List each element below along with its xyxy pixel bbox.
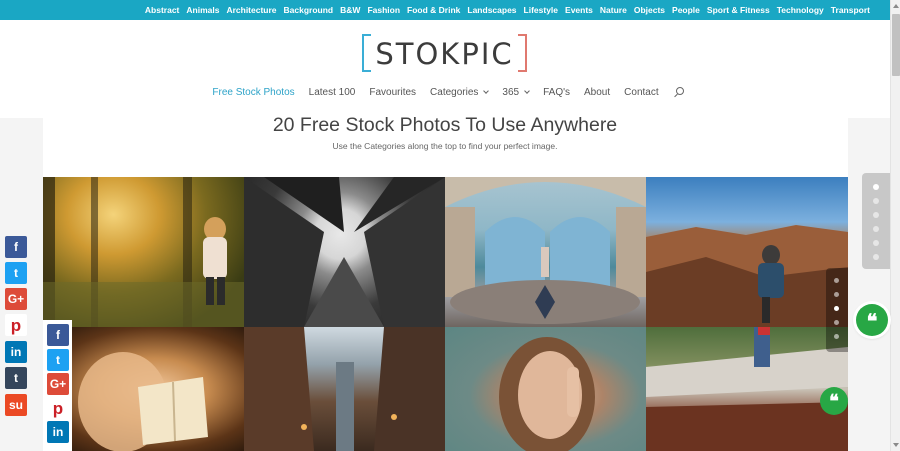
twitter-share-button-inner[interactable]: t — [47, 349, 69, 371]
category-link-landscapes[interactable]: Landscapes — [467, 5, 516, 15]
linkedin-share-button-inner[interactable]: in — [47, 421, 69, 443]
photo-forest-swing-art — [43, 177, 244, 327]
category-link-people[interactable]: People — [672, 5, 700, 15]
category-link-lifestyle[interactable]: Lifestyle — [524, 5, 559, 15]
facebook-icon: f — [56, 328, 60, 342]
photo-hall-art — [445, 177, 646, 324]
category-link-objects[interactable]: Objects — [634, 5, 665, 15]
stumbleupon-icon: su — [8, 398, 23, 412]
chevron-down-icon — [524, 88, 530, 94]
nav-free-stock-photos[interactable]: Free Stock Photos — [212, 87, 294, 98]
photo-canyon-art — [646, 225, 848, 327]
search-icon[interactable] — [673, 87, 685, 98]
category-link-abstract[interactable]: Abstract — [145, 5, 179, 15]
category-link-technology[interactable]: Technology — [777, 5, 824, 15]
scroll-up-arrow[interactable] — [893, 4, 899, 8]
nav-about[interactable]: About — [584, 87, 610, 98]
category-link-fashion[interactable]: Fashion — [367, 5, 400, 15]
section-dot-3[interactable] — [873, 212, 879, 218]
photo-reading-book[interactable] — [43, 327, 244, 451]
section-dot-secondary-1[interactable] — [834, 278, 839, 283]
section-dots-secondary — [826, 268, 848, 352]
linkedin-share-button[interactable]: in — [5, 341, 27, 363]
photo-city-towers[interactable] — [244, 327, 445, 451]
logo-bracket-right — [518, 34, 527, 72]
facebook-share-button-inner[interactable]: f — [47, 324, 69, 346]
page-title: 20 Free Stock Photos To Use Anywhere — [272, 114, 618, 136]
twitter-icon: t — [14, 266, 18, 280]
photo-skyscrapers-bw[interactable] — [244, 177, 445, 327]
facebook-icon: f — [14, 240, 18, 254]
stumbleupon-share-button[interactable]: su — [5, 394, 27, 416]
quote-button-small[interactable]: ❝ — [820, 387, 848, 415]
category-link-transport[interactable]: Transport — [831, 5, 870, 15]
twitter-share-button[interactable]: t — [5, 262, 27, 284]
section-dots — [862, 173, 890, 269]
photo-skyscrapers-art — [244, 177, 445, 327]
photo-towers-art — [244, 327, 445, 451]
tumblr-icon: t — [14, 371, 18, 385]
photo-jump-art — [646, 327, 848, 451]
pinterest-icon: p — [52, 398, 64, 418]
main-nav: Free Stock Photos Latest 100 Favourites … — [0, 87, 890, 98]
linkedin-icon: in — [10, 345, 22, 359]
photo-reading-art — [78, 352, 208, 451]
nav-categories-label: Categories — [430, 87, 479, 98]
category-link-events[interactable]: Events — [565, 5, 593, 15]
section-dot-secondary-3[interactable] — [834, 306, 839, 311]
scroll-down-arrow[interactable] — [893, 443, 899, 447]
google-plus-share-button[interactable]: G+ — [5, 288, 27, 310]
category-link-food-drink[interactable]: Food & Drink — [407, 5, 460, 15]
photo-grid — [43, 177, 848, 451]
pinterest-share-button-inner[interactable]: p — [47, 397, 69, 419]
site-logo[interactable]: STOKPIC — [362, 34, 527, 74]
pinterest-share-button[interactable]: p — [5, 314, 27, 336]
page-subtitle: Use the Categories along the top to find… — [332, 141, 558, 151]
photo-forest-swing[interactable] — [43, 177, 244, 327]
section-dot-6[interactable] — [873, 254, 879, 260]
nav-categories[interactable]: Categories — [430, 87, 490, 98]
nav-latest-100[interactable]: Latest 100 — [309, 87, 356, 98]
section-dot-secondary-2[interactable] — [834, 292, 839, 297]
category-link-sport-fitness[interactable]: Sport & Fitness — [707, 5, 770, 15]
google-plus-share-button-inner[interactable]: G+ — [47, 373, 69, 395]
photo-jumping-girl[interactable] — [646, 327, 848, 451]
pinterest-icon: p — [10, 315, 22, 335]
google-plus-icon: G+ — [7, 292, 25, 306]
nav-faqs[interactable]: FAQ's — [543, 87, 570, 98]
tumblr-share-button[interactable]: t — [5, 367, 27, 389]
category-link-architecture[interactable]: Architecture — [226, 5, 276, 15]
logo-wordmark: STOKPIC — [375, 37, 514, 71]
photo-ornate-hall[interactable] — [445, 177, 646, 327]
nav-favourites[interactable]: Favourites — [369, 87, 416, 98]
section-dot-secondary-4[interactable] — [834, 320, 839, 325]
section-dot-1[interactable] — [873, 184, 879, 190]
facebook-share-button[interactable]: f — [5, 236, 27, 258]
twitter-icon: t — [56, 353, 60, 367]
category-link-animals[interactable]: Animals — [186, 5, 219, 15]
photo-canyon-hiker[interactable] — [646, 177, 848, 327]
page-scrollbar[interactable] — [890, 0, 900, 451]
section-dot-secondary-5[interactable] — [834, 334, 839, 339]
nav-contact[interactable]: Contact — [624, 87, 658, 98]
category-bar: Abstract Animals Architecture Background… — [0, 0, 890, 20]
section-dot-2[interactable] — [873, 198, 879, 204]
nav-365-label: 365 — [502, 87, 520, 98]
category-link-bw[interactable]: B&W — [340, 5, 360, 15]
chevron-down-icon — [483, 88, 490, 94]
category-link-nature[interactable]: Nature — [600, 5, 627, 15]
scrollbar-thumb[interactable] — [892, 14, 900, 76]
nav-365[interactable]: 365 — [502, 87, 530, 98]
photo-woman-rock-sign[interactable] — [445, 327, 646, 451]
photo-woman-art — [499, 337, 595, 451]
google-plus-icon: G+ — [49, 377, 67, 391]
category-link-background[interactable]: Background — [284, 5, 334, 15]
section-dot-4[interactable] — [873, 226, 879, 232]
right-gutter — [848, 118, 890, 451]
linkedin-icon: in — [52, 425, 64, 439]
quote-button[interactable]: ❝ — [856, 304, 888, 336]
section-dot-5[interactable] — [873, 240, 879, 246]
